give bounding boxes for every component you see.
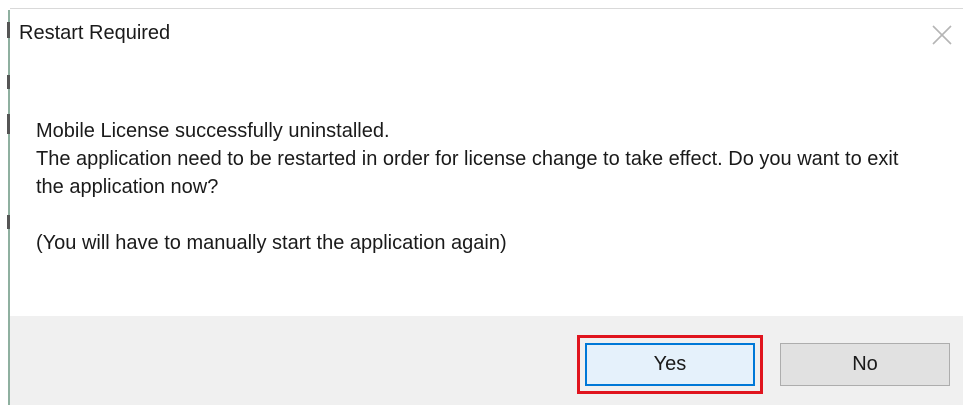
- close-icon: [932, 25, 952, 45]
- no-button[interactable]: No: [780, 343, 950, 386]
- dialog-button-bar: Yes No: [10, 316, 963, 405]
- dialog-title: Restart Required: [19, 22, 171, 44]
- restart-required-dialog: Restart Required Mobile License successf…: [0, 0, 963, 405]
- message-line-restart-prompt: The application need to be restarted in …: [36, 148, 899, 198]
- yes-button[interactable]: Yes: [585, 343, 755, 386]
- close-button[interactable]: [928, 21, 956, 49]
- message-line-uninstalled: Mobile License successfully uninstalled.: [36, 120, 390, 142]
- window-edge-mark: [7, 114, 10, 134]
- window-edge-mark: [7, 215, 10, 229]
- title-bar[interactable]: Restart Required: [10, 9, 963, 57]
- message-line-manual-start: (You will have to manually start the app…: [36, 232, 507, 254]
- window-edge-mark: [7, 75, 10, 89]
- dialog-message: Mobile License successfully uninstalled.…: [36, 117, 916, 257]
